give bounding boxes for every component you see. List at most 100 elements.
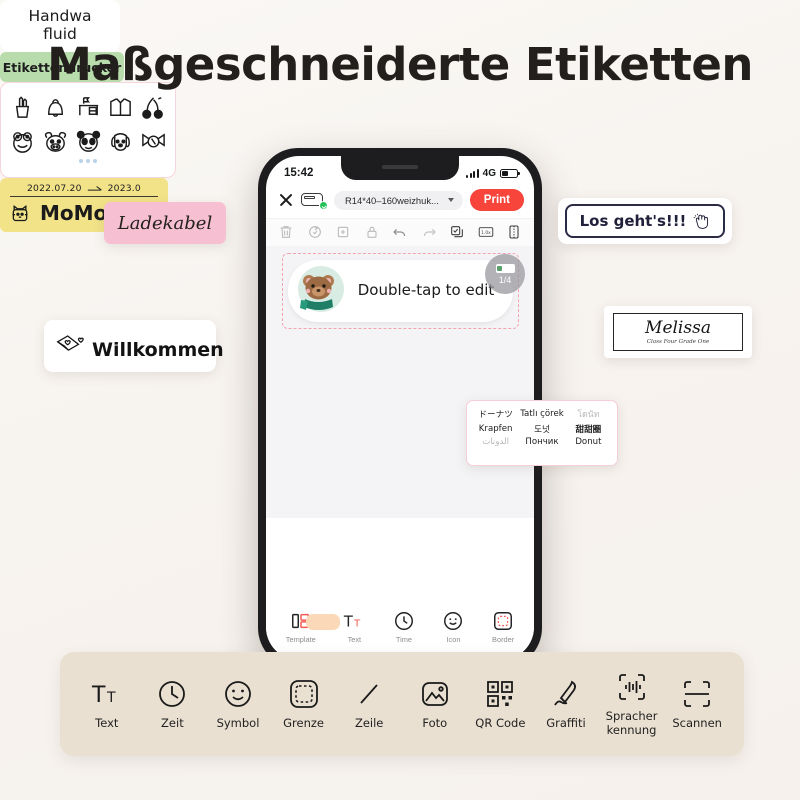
border-icon (492, 610, 514, 632)
close-icon[interactable] (278, 192, 294, 208)
icon-grid-row-2 (9, 124, 167, 158)
toolbar-label-spracherkennung: Spracher kennung (605, 709, 658, 737)
icon-grid-row-1 (9, 90, 167, 124)
lock-icon[interactable] (364, 224, 380, 240)
card-los-gehts: Los geht's!!! (565, 204, 725, 238)
line-icon (353, 678, 385, 710)
select-all-icon[interactable] (449, 224, 465, 240)
card-los-gehts-wrapper: Los geht's!!! (558, 198, 732, 244)
melissa-frame: Melissa Class Four Grade One (613, 313, 743, 351)
toolbar-item-zeit[interactable]: Zeit (141, 678, 203, 730)
signal-bars-icon (466, 168, 479, 178)
frog-icon (9, 128, 36, 155)
bottom-feature-toolbar: TT Text Zeit Symbol Grenze Zeile Foto QR… (60, 652, 744, 756)
nav-label-time: Time (395, 635, 412, 644)
phone-notch (341, 156, 459, 180)
mirror-icon[interactable] (506, 224, 522, 240)
pencil-cup-icon (9, 94, 36, 121)
card-los-gehts-text: Los geht's!!! (579, 212, 687, 230)
donut-word: ドーナツ (478, 410, 513, 420)
rotate-icon[interactable] (307, 224, 323, 240)
card-donut-multilingual: ドーナツ Tatlı çörek โดนัท Krapfen 도넛 甜甜圈 ال… (466, 400, 618, 466)
edit-toolbar: 1.0x (266, 218, 534, 246)
text-icon: TT (91, 678, 123, 710)
redo-icon[interactable] (421, 224, 437, 240)
bear-sticker (296, 266, 346, 316)
svg-text:T: T (91, 683, 106, 708)
cat-icon (10, 203, 30, 223)
label-canvas[interactable]: Double-tap to edit 1/4 (266, 246, 534, 518)
toolbar-item-zeile[interactable]: Zeile (338, 678, 400, 730)
card-melissa: Melissa Class Four Grade One (604, 306, 752, 358)
nav-label-border: Border (492, 635, 515, 644)
card-willkommen: Willkommen (44, 320, 224, 372)
donut-word: الدونات (482, 437, 509, 447)
donut-word: โดนัท (577, 410, 600, 420)
toolbar-item-text[interactable]: TT Text (76, 678, 138, 730)
page-title: Maßgeschneiderte Etiketten (47, 38, 753, 91)
nav-item-icon[interactable]: Icon (442, 610, 464, 644)
card-ladekabel: Ladekabel (104, 202, 226, 244)
toolbar-label-scannen: Scannen (672, 715, 722, 730)
delete-icon[interactable] (278, 224, 294, 240)
duplicate-icon[interactable] (335, 224, 351, 240)
label-size-value: R14*40–160weizhuk... (345, 194, 439, 206)
nav-item-text[interactable]: TT Text (343, 610, 365, 645)
dashed-border-icon (288, 678, 320, 710)
pagination-dots (9, 159, 167, 163)
cow-icon (42, 128, 69, 155)
dog-icon (107, 128, 134, 155)
scan-icon (681, 678, 713, 710)
label-size-dropdown[interactable]: R14*40–160weizhuk... (334, 190, 463, 210)
toolbar-item-foto[interactable]: Foto (404, 678, 466, 730)
bell-icon (42, 94, 69, 121)
donut-word: Пончик (525, 437, 559, 447)
toolbar-item-grenze[interactable]: Grenze (273, 678, 335, 730)
donut-word: 甜甜圈 (575, 425, 602, 435)
label-object[interactable]: Double-tap to edit (281, 253, 519, 329)
nav-item-time[interactable]: Time (393, 610, 415, 644)
nav-item-border[interactable]: Border (492, 610, 514, 644)
chevron-down-icon (447, 198, 454, 202)
card-ladekabel-text: Ladekabel (117, 212, 213, 234)
nav-highlight (305, 614, 340, 630)
momo-name: MoMo (40, 201, 108, 225)
svg-text:T: T (343, 614, 353, 631)
scale-1x-icon[interactable]: 1.0x (478, 224, 494, 240)
toolbar-item-scannen[interactable]: Scannen (666, 678, 728, 730)
svg-text:1.0x: 1.0x (481, 230, 491, 236)
momo-date-range: 2022.07.20 2023.0 (10, 183, 158, 197)
print-button[interactable]: Print (469, 189, 524, 211)
nav-label-text: Text (347, 635, 362, 644)
toolbar-label-zeile: Zeile (354, 715, 384, 730)
undo-icon[interactable] (392, 224, 408, 240)
momo-date-to: 2023.0 (107, 183, 141, 194)
panda-icon (75, 128, 102, 155)
toolbar-item-qr-code[interactable]: QR Code (469, 678, 531, 730)
nav-label-icon: Icon (446, 635, 461, 644)
status-time: 15:42 (284, 167, 314, 179)
toolbar-label-text: Text (95, 715, 119, 730)
qr-code-icon (484, 678, 516, 710)
card-icon-grid (0, 82, 176, 178)
text-icon: TT (343, 610, 365, 632)
toolbar-item-spracherkennung[interactable]: Spracher kennung (601, 671, 663, 736)
nav-item-template[interactable]: Template (285, 610, 340, 644)
nav-label-template: Template (285, 635, 316, 644)
page-indicator-badge[interactable]: 1/4 (485, 254, 525, 294)
time-icon (393, 610, 415, 632)
voice-recognition-icon (616, 671, 648, 703)
toolbar-item-symbol[interactable]: Symbol (207, 678, 269, 730)
card-willkommen-text: Willkommen (92, 338, 224, 361)
toolbar-label-symbol: Symbol (216, 715, 260, 730)
toolbar-item-graffiti[interactable]: Graffiti (535, 678, 597, 730)
arrow-right-icon (87, 185, 103, 192)
svg-text:T: T (353, 619, 361, 630)
printer-connected-icon[interactable] (301, 191, 328, 210)
toolbar-label-zeit: Zeit (161, 715, 184, 730)
toolbar-label-graffiti: Graffiti (546, 715, 586, 730)
shirt-icon (107, 94, 134, 121)
photo-icon (419, 678, 451, 710)
smiley-icon (222, 678, 254, 710)
mini-label-icon (495, 263, 515, 273)
